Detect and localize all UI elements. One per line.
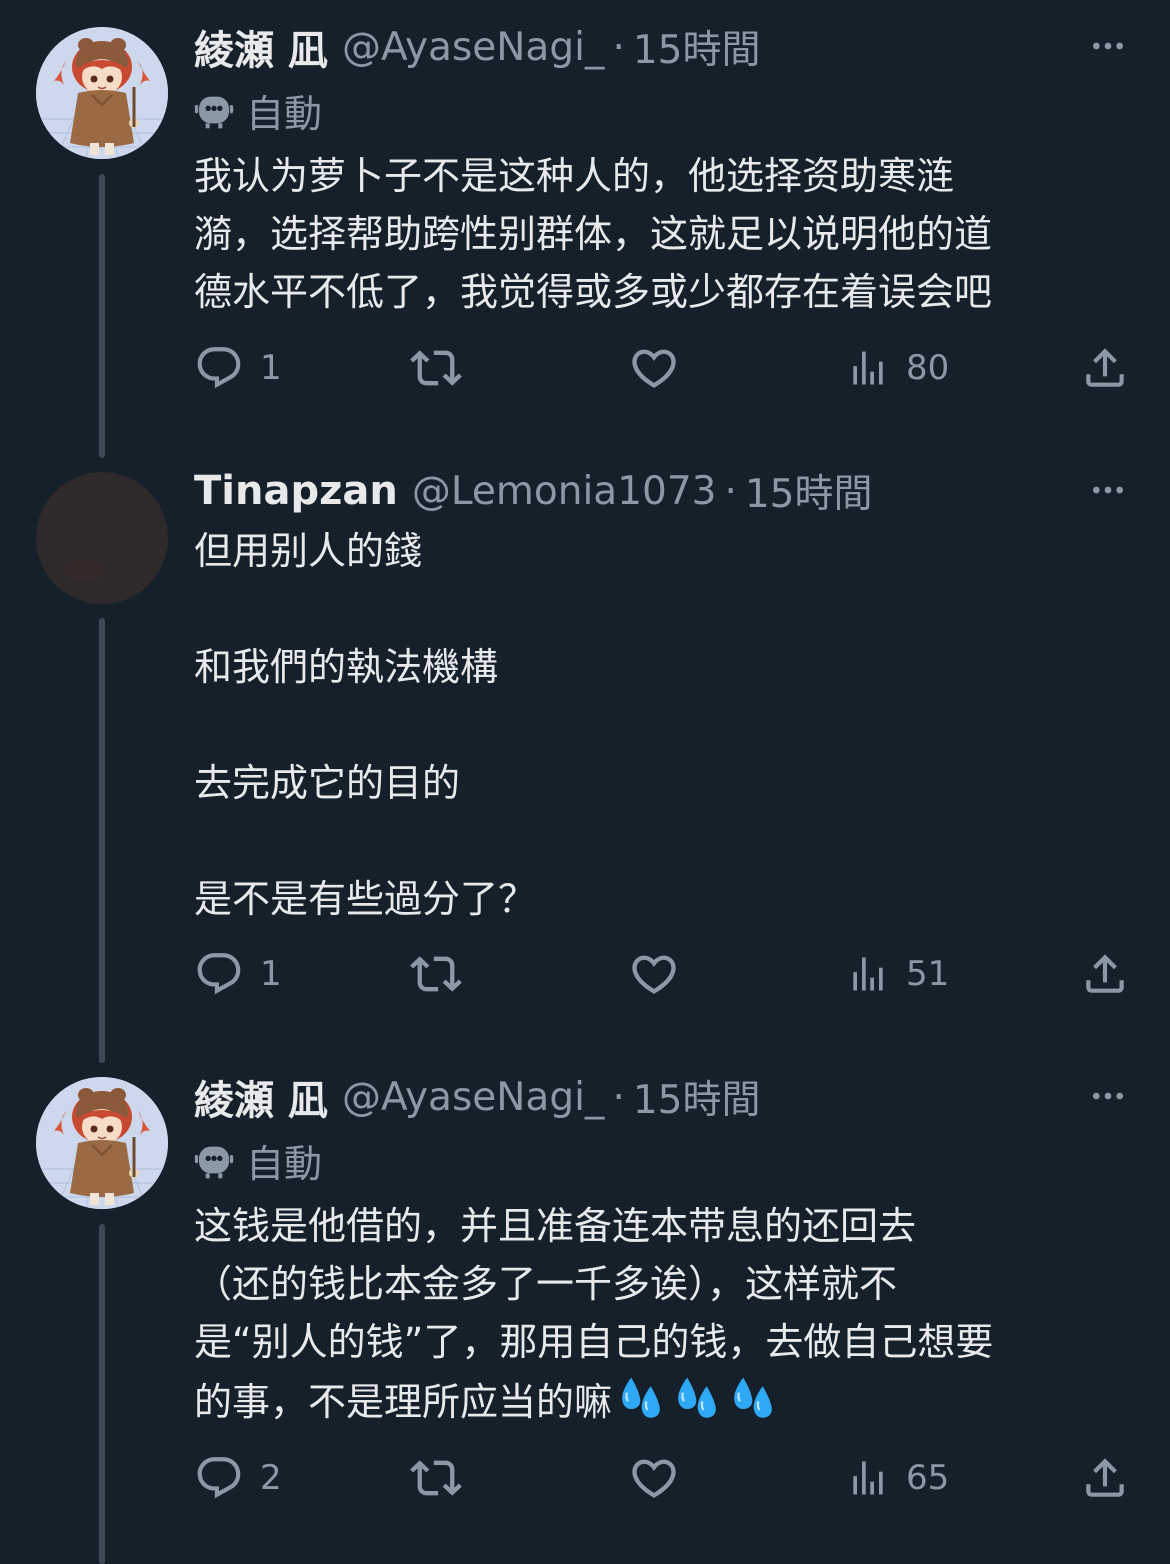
share-button[interactable]	[1080, 340, 1130, 396]
tweet-text: 但用别人的錢 和我們的執法機構 去完成它的目的 是不是有些過分了？	[194, 522, 1114, 928]
like-icon	[628, 1452, 680, 1504]
tweet-text-line: 的事，不是理所应当的嘛	[194, 1380, 613, 1424]
anime-girl-avatar-icon	[36, 1077, 168, 1209]
thread-line	[99, 618, 105, 1063]
sweat-droplets-emoji-icon	[728, 1371, 780, 1423]
retweet-icon	[410, 342, 462, 394]
anime-girl-avatar-icon	[36, 27, 168, 159]
display-name[interactable]: Tinapzan	[194, 468, 398, 514]
views-count: 80	[906, 348, 950, 388]
tweet-text-line: 去完成它的目的	[194, 761, 461, 805]
separator: ·	[612, 24, 625, 70]
views-icon	[846, 346, 890, 390]
tweet-text-line: 我认为萝卜子不是这种人的，他选择资助寒涟	[194, 154, 955, 198]
sweat-droplets-emoji-icon	[616, 1371, 668, 1423]
more-icon[interactable]	[1086, 24, 1130, 68]
automated-label: 自動	[194, 1135, 323, 1186]
retweet-icon	[410, 1452, 462, 1504]
display-name[interactable]: 綾瀬 凪	[194, 1068, 328, 1126]
action-bar: 1 51	[194, 946, 1134, 1002]
share-icon	[1080, 1453, 1130, 1503]
like-button[interactable]	[628, 946, 680, 1002]
tweet-header: 綾瀬 凪 @AyaseNagi_ · 15時間	[194, 1069, 1130, 1125]
retweet-button[interactable]	[410, 340, 462, 396]
views-button[interactable]: 65	[846, 1450, 949, 1506]
tweet-text-line: 是不是有些過分了？	[194, 877, 537, 921]
action-bar: 2 65	[194, 1450, 1134, 1506]
reply-button[interactable]: 1	[194, 340, 282, 396]
action-bar: 1 80	[194, 340, 1134, 396]
tweet-text-line: （还的钱比本金多了一千多诶），这样就不	[194, 1262, 898, 1306]
like-button[interactable]	[628, 1450, 680, 1506]
user-handle[interactable]: @AyaseNagi_	[342, 25, 605, 70]
tweet-1[interactable]: 綾瀬 凪 @AyaseNagi_ · 15時間 自動 我认为萝卜子不是这种人的，…	[0, 0, 1170, 470]
retweet-icon	[410, 948, 462, 1000]
more-icon[interactable]	[1086, 468, 1130, 512]
views-button[interactable]: 80	[846, 340, 949, 396]
reply-count: 1	[260, 348, 282, 388]
avatar[interactable]	[36, 27, 168, 159]
reply-icon	[194, 343, 244, 393]
display-name[interactable]: 綾瀬 凪	[194, 18, 328, 76]
thread-line	[99, 174, 105, 458]
tweet-text-line-with-emoji: 的事，不是理所应当的嘛	[194, 1371, 1114, 1431]
views-icon	[846, 1456, 890, 1500]
timestamp[interactable]: 15時間	[633, 19, 761, 75]
tweet-text: 这钱是他借的，并且准备连本带息的还回去 （还的钱比本金多了一千多诶），这样就不 …	[194, 1197, 1114, 1431]
reply-button[interactable]: 1	[194, 946, 282, 1002]
views-count: 51	[906, 954, 950, 994]
retweet-button[interactable]	[410, 1450, 462, 1506]
separator: ·	[724, 468, 737, 514]
automated-text: 自動	[246, 91, 323, 136]
tweet-header: Tinapzan @Lemonia1073 · 15時間	[194, 463, 1130, 519]
share-button[interactable]	[1080, 1450, 1130, 1506]
reply-icon	[194, 1453, 244, 1503]
share-icon	[1080, 343, 1130, 393]
user-handle[interactable]: @Lemonia1073	[412, 469, 717, 514]
tweet-text-line: 是“别人的钱”了，那用自己的钱，去做自己想要	[194, 1320, 994, 1364]
reply-button[interactable]: 2	[194, 1450, 282, 1506]
views-icon	[846, 952, 890, 996]
tweet-text-line: 漪，选择帮助跨性别群体，这就足以说明他的道	[194, 212, 993, 256]
reply-count: 2	[260, 1458, 282, 1498]
sweat-droplets-emoji-icon	[672, 1371, 724, 1423]
like-icon	[628, 342, 680, 394]
tweet-text-line: 德水平不低了，我觉得或多或少都存在着误会吧	[194, 270, 993, 314]
more-icon[interactable]	[1086, 1074, 1130, 1118]
like-button[interactable]	[628, 340, 680, 396]
views-count: 65	[906, 1458, 950, 1498]
share-button[interactable]	[1080, 946, 1130, 1002]
reply-icon	[194, 949, 244, 999]
robot-icon	[194, 90, 234, 130]
tweet-text-line: 和我們的執法機構	[194, 645, 499, 689]
user-handle[interactable]: @AyaseNagi_	[342, 1075, 605, 1120]
reply-count: 1	[260, 954, 282, 994]
like-icon	[628, 948, 680, 1000]
tweet-header: 綾瀬 凪 @AyaseNagi_ · 15時間	[194, 19, 1130, 75]
share-icon	[1080, 949, 1130, 999]
tweet-2[interactable]: Tinapzan @Lemonia1073 · 15時間 但用别人的錢 和我們的…	[0, 468, 1170, 1063]
avatar[interactable]	[36, 472, 168, 604]
robot-icon	[194, 1140, 234, 1180]
timestamp[interactable]: 15時間	[745, 463, 873, 519]
separator: ·	[612, 1074, 625, 1120]
tweet-text: 我认为萝卜子不是这种人的，他选择资助寒涟 漪，选择帮助跨性别群体，这就足以说明他…	[194, 147, 1114, 321]
views-button[interactable]: 51	[846, 946, 949, 1002]
tweet-text-line: 这钱是他借的，并且准备连本带息的还回去	[194, 1204, 917, 1248]
retweet-button[interactable]	[410, 946, 462, 1002]
dark-photo-avatar-icon	[36, 472, 168, 604]
automated-text: 自動	[246, 1141, 323, 1186]
avatar[interactable]	[36, 1077, 168, 1209]
tweet-text-line: 但用别人的錢	[194, 529, 423, 573]
thread-line	[99, 1224, 105, 1564]
tweet-3[interactable]: 綾瀬 凪 @AyaseNagi_ · 15時間 自動 这钱是他借的，并且准备连本…	[0, 1050, 1170, 1564]
timestamp[interactable]: 15時間	[633, 1069, 761, 1125]
automated-label: 自動	[194, 85, 323, 136]
